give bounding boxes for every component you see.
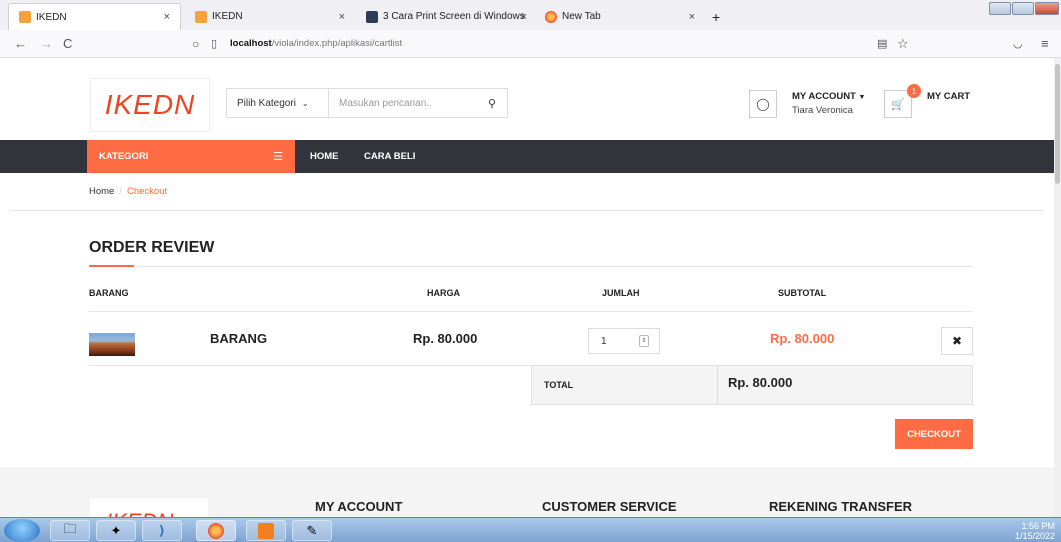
reader-view-icon[interactable]: ▤ xyxy=(877,37,887,50)
back-arrow-icon[interactable]: ← xyxy=(14,36,27,51)
new-tab-button[interactable]: + xyxy=(708,3,728,30)
caret-down-icon: ▼ xyxy=(858,94,866,101)
category-select[interactable]: Pilih Kategori ⌄ xyxy=(227,89,329,117)
browser-tab[interactable]: 3 Cara Print Screen di Windows × xyxy=(356,3,531,30)
divider xyxy=(10,210,1044,211)
minimize-button[interactable] xyxy=(989,2,1011,15)
firefox-icon xyxy=(545,10,557,23)
tab-title: 3 Cara Print Screen di Windows xyxy=(383,11,525,22)
xampp-icon[interactable] xyxy=(246,520,286,541)
kategori-label: KATEGORI xyxy=(99,151,149,162)
scrollbar[interactable] xyxy=(1054,58,1061,517)
start-button[interactable] xyxy=(4,519,40,542)
browser-tab[interactable]: IKEDN × xyxy=(8,3,181,30)
browser-toolbar: ← → C ○ ▯ localhost/viola/index.php/apli… xyxy=(0,30,1061,58)
quantity-stepper[interactable]: 1 ⇕ xyxy=(588,328,660,354)
page-icon: ▯ xyxy=(211,38,218,50)
search-input[interactable]: Masukan pencarian.. xyxy=(329,98,477,109)
search-bar: Pilih Kategori ⌄ Masukan pencarian.. ⚲ xyxy=(226,88,508,118)
nav-item-cara-beli[interactable]: CARA BELI xyxy=(364,151,415,162)
close-tab-icon[interactable]: × xyxy=(339,11,345,23)
browser-tab[interactable]: New Tab × xyxy=(535,3,705,30)
close-tab-icon[interactable]: × xyxy=(164,11,170,23)
total-divider xyxy=(717,366,718,404)
pocket-icon[interactable]: ◡ xyxy=(1013,37,1023,50)
tab-title: New Tab xyxy=(562,11,601,22)
breadcrumb: Home / Checkout xyxy=(89,186,167,197)
cart-label[interactable]: MY CART xyxy=(927,91,970,102)
page-title: ORDER REVIEW xyxy=(89,239,215,256)
remove-item-button[interactable]: ✖ xyxy=(941,327,973,355)
plus-icon: + xyxy=(712,8,721,25)
close-tab-icon[interactable]: × xyxy=(521,11,527,23)
firefox-icon[interactable] xyxy=(196,520,236,541)
browser-tab[interactable]: IKEDN × xyxy=(185,3,355,30)
footer-heading-rekening-transfer: REKENING TRANSFER xyxy=(769,499,913,514)
footer-heading-my-account: MY ACCOUNT xyxy=(315,499,403,514)
address-bar[interactable]: localhost/viola/index.php/aplikasi/cartl… xyxy=(230,38,402,49)
divider xyxy=(89,311,973,312)
breadcrumb-current: Checkout xyxy=(126,186,168,197)
title-underline xyxy=(89,265,134,267)
explorer-icon[interactable]: 🗀 xyxy=(50,520,90,541)
site-favicon-icon xyxy=(366,10,378,23)
clock-time[interactable]: 1:56 PM xyxy=(1015,521,1055,531)
breadcrumb-separator: / xyxy=(119,186,122,197)
tab-title: IKEDN xyxy=(212,11,243,22)
url-host: localhost xyxy=(230,38,272,49)
quantity-value: 1 xyxy=(601,335,607,347)
breadcrumb-home[interactable]: Home xyxy=(89,186,114,197)
footer-logo[interactable]: IKEDN xyxy=(90,498,208,517)
window-controls xyxy=(989,2,1059,15)
close-window-button[interactable] xyxy=(1035,2,1059,15)
footer-heading-customer-service: CUSTOMER SERVICE xyxy=(542,499,677,514)
shield-icon[interactable]: ○ xyxy=(192,37,199,51)
app-icon[interactable]: ✦ xyxy=(96,520,136,541)
total-value: Rp. 80.000 xyxy=(728,375,793,390)
account-menu[interactable]: MY ACCOUNT ▼ Tiara Veronica xyxy=(792,90,865,117)
column-header-jumlah: JUMLAH xyxy=(602,288,640,298)
column-header-subtotal: SUBTOTAL xyxy=(778,288,827,298)
chevron-down-icon: ⌄ xyxy=(301,98,309,108)
tab-title: IKEDN xyxy=(36,11,67,23)
site-favicon-icon xyxy=(19,11,31,23)
reload-icon[interactable]: C xyxy=(63,36,72,51)
website-viewport: IKEDN Pilih Kategori ⌄ Masukan pencarian… xyxy=(0,58,1054,517)
product-name: BARANG xyxy=(210,331,268,346)
paint-icon[interactable]: ✎ xyxy=(292,520,332,541)
product-subtotal: Rp. 80.000 xyxy=(770,331,835,346)
scrollbar-thumb[interactable] xyxy=(1055,64,1060,184)
account-user-name: Tiara Veronica xyxy=(792,105,853,116)
close-tab-icon[interactable]: × xyxy=(689,11,695,23)
bookmark-star-icon[interactable]: ☆ xyxy=(897,36,909,52)
list-menu-icon: ☰ xyxy=(273,151,283,163)
windows-taskbar: 🗀 ✦ ⟩ ✎ 1:56 PM 1/15/2022 xyxy=(0,517,1061,542)
system-tray: 1:56 PM 1/15/2022 xyxy=(1015,521,1055,541)
close-icon: ✖ xyxy=(951,334,963,348)
kategori-menu-button[interactable]: KATEGORI ☰ xyxy=(87,140,295,173)
category-select-label: Pilih Kategori xyxy=(237,97,296,109)
browser-tab-strip: IKEDN × IKEDN × 3 Cara Print Screen di W… xyxy=(0,0,1061,30)
product-price: Rp. 80.000 xyxy=(413,331,478,346)
column-header-harga: HARGA xyxy=(427,288,460,298)
forward-arrow-icon[interactable]: → xyxy=(40,36,53,51)
spinner-arrows-icon[interactable]: ⇕ xyxy=(639,335,649,347)
product-thumbnail[interactable] xyxy=(89,333,135,356)
maximize-button[interactable] xyxy=(1012,2,1034,15)
url-path: /viola/index.php/aplikasi/cartlist xyxy=(271,38,403,49)
checkout-button[interactable]: CHECKOUT xyxy=(895,419,973,449)
search-icon[interactable]: ⚲ xyxy=(477,97,507,110)
divider xyxy=(89,266,973,267)
user-icon[interactable]: ◯ xyxy=(749,90,777,118)
account-title: MY ACCOUNT xyxy=(792,91,856,102)
column-header-barang: BARANG xyxy=(89,288,129,298)
vscode-icon[interactable]: ⟩ xyxy=(142,520,182,541)
cart-count-badge: 1 xyxy=(907,84,921,98)
site-favicon-icon xyxy=(195,10,207,23)
clock-date[interactable]: 1/15/2022 xyxy=(1015,531,1055,541)
site-logo[interactable]: IKEDN xyxy=(90,78,210,132)
nav-item-home[interactable]: HOME xyxy=(310,151,339,162)
menu-icon[interactable]: ≡ xyxy=(1041,36,1049,51)
total-label: TOTAL xyxy=(544,380,574,390)
